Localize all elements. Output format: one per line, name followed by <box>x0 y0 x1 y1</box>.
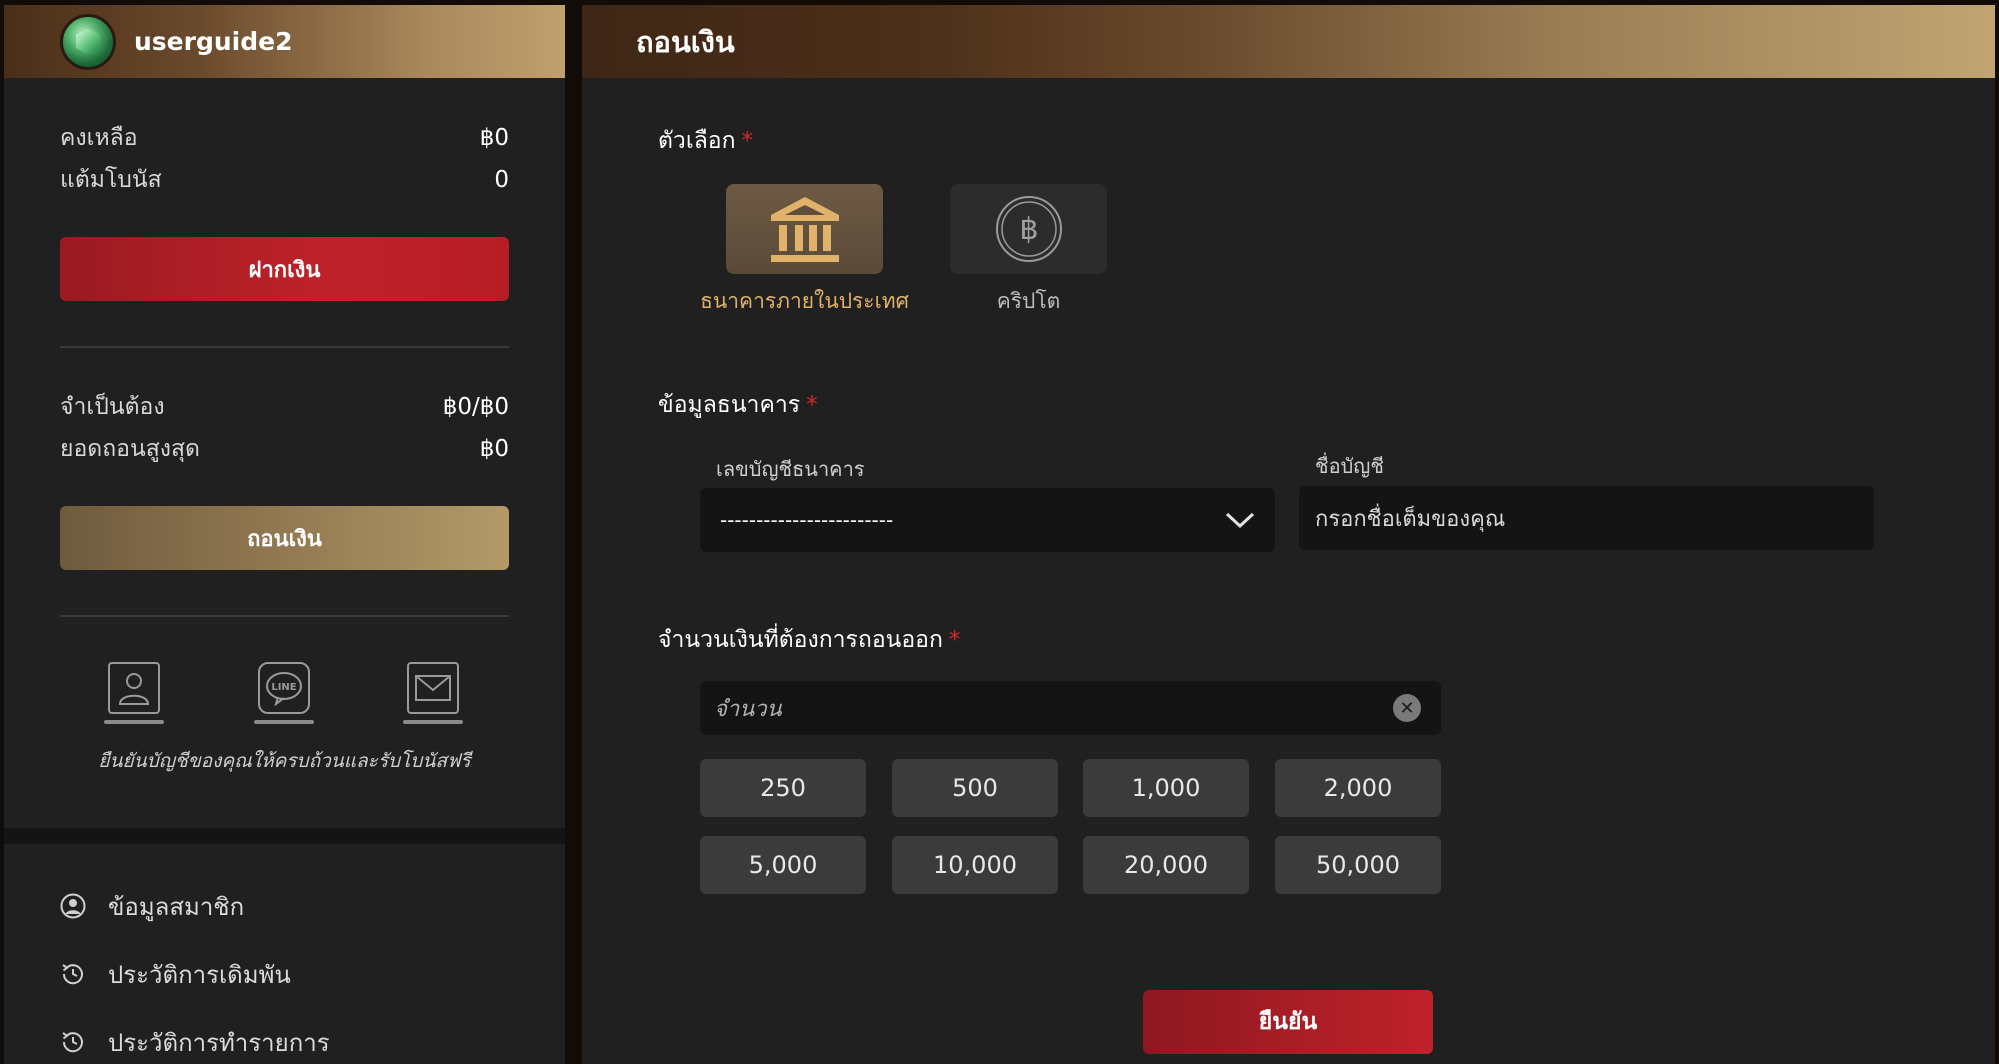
balance-label: คงเหลือ <box>60 125 138 151</box>
bank-info-section-label: ข้อมูลธนาคาร * <box>658 387 818 423</box>
option-bank-label[interactable]: ธนาคารภายในประเทศ <box>696 285 913 318</box>
verify-text: ยืนยันบัญชีของคุณให้ครบถ้วนและรับโบนัสฟร… <box>98 750 471 772</box>
required-mark: * <box>806 392 818 418</box>
verify-status-bar <box>104 720 164 724</box>
email-icon <box>415 675 451 701</box>
bitcoin-icon: ฿ <box>995 196 1062 262</box>
account-number-select[interactable]: ------------------------ <box>700 488 1275 552</box>
quick-amount-10000[interactable]: 10,000 <box>892 836 1058 894</box>
clear-amount-button[interactable]: ✕ <box>1393 694 1421 722</box>
verify-status-bar <box>403 720 463 724</box>
verify-email[interactable] <box>403 662 463 724</box>
account-name-label: ชื่อบัญชี <box>1315 454 1384 478</box>
max-withdraw-row: ยอดถอนสูงสุด ฿0 <box>4 428 565 470</box>
amount-section-label: จำนวนเงินที่ต้องการถอนออก * <box>658 622 960 658</box>
required-mark: * <box>948 627 961 653</box>
bank-info-label: ข้อมูลธนาคาร <box>658 392 801 418</box>
menu-bet-history[interactable]: ประวัติการเดิมพัน <box>4 940 565 1008</box>
amount-input[interactable]: จำนวน <box>700 681 1441 735</box>
quick-amount-20000[interactable]: 20,000 <box>1083 836 1249 894</box>
verify-status-bar <box>253 720 314 724</box>
required-row: จำเป็นต้อง ฿0/฿0 <box>4 386 565 428</box>
option-crypto-label[interactable]: คริปโต <box>950 285 1107 318</box>
close-icon: ✕ <box>1399 697 1415 719</box>
avatar[interactable] <box>60 13 116 70</box>
max-withdraw-label: ยอดถอนสูงสุด <box>60 436 200 462</box>
account-name-input[interactable]: กรอกชื่อเต็มของคุณ <box>1299 486 1874 550</box>
option-label: ตัวเลือก <box>658 128 736 154</box>
bonus-label: แต้มโบนัส <box>60 167 162 193</box>
option-crypto-tile[interactable]: ฿ <box>950 184 1107 274</box>
quick-amount-5000[interactable]: 5,000 <box>700 836 866 894</box>
account-sidebar: userguide2 คงเหลือ ฿0 แต้มโบนัส 0 ฝากเงิ… <box>4 5 565 1064</box>
amount-placeholder: จำนวน <box>714 696 782 722</box>
amount-label: จำนวนเงินที่ต้องการถอนออก <box>658 627 943 653</box>
history-icon <box>62 1032 83 1053</box>
page-title: ถอนเงิน <box>582 5 1995 78</box>
withdraw-panel: ถอนเงิน ตัวเลือก * ธนาคารภายในประเทศ ฿ คร… <box>582 5 1995 1064</box>
account-number-label: เลขบัญชีธนาคาร <box>716 457 865 481</box>
user-circle-icon <box>60 893 86 919</box>
bonus-value: 0 <box>494 167 509 193</box>
line-icon: LINE <box>265 672 302 706</box>
quick-amount-2000[interactable]: 2,000 <box>1275 759 1441 817</box>
max-withdraw-value: ฿0 <box>479 436 509 462</box>
quick-amount-500[interactable]: 500 <box>892 759 1058 817</box>
quick-amount-250[interactable]: 250 <box>700 759 866 817</box>
required-mark: * <box>741 128 754 154</box>
verify-id[interactable] <box>104 662 164 724</box>
quick-amount-1000[interactable]: 1,000 <box>1083 759 1249 817</box>
username: userguide2 <box>134 27 293 56</box>
quick-amount-50000[interactable]: 50,000 <box>1275 836 1441 894</box>
option-bank-tile[interactable] <box>726 184 883 274</box>
verify-icons: LINE <box>4 662 565 724</box>
account-name-placeholder: กรอกชื่อเต็มของคุณ <box>1315 506 1506 532</box>
balance-value: ฿0 <box>479 125 509 151</box>
menu-transaction-history[interactable]: ประวัติการทำรายการ <box>4 1008 565 1064</box>
bank-icon <box>770 197 839 262</box>
deposit-button[interactable]: ฝากเงิน <box>60 237 509 301</box>
confirm-button[interactable]: ยืนยัน <box>1143 990 1433 1054</box>
menu-member-info[interactable]: ข้อมูลสมาชิก <box>4 872 565 940</box>
required-label: จำเป็นต้อง <box>60 394 165 420</box>
menu-label: ประวัติการเดิมพัน <box>108 960 291 989</box>
account-number-value: ------------------------ <box>720 508 894 532</box>
sidebar-section-separator <box>4 828 565 844</box>
bonus-row: แต้มโบนัส 0 <box>4 159 565 201</box>
sidebar-header: userguide2 <box>4 5 565 78</box>
menu-label: ข้อมูลสมาชิก <box>108 892 245 921</box>
chevron-down-icon <box>1225 512 1255 529</box>
svg-text:LINE: LINE <box>271 682 296 693</box>
verify-line[interactable]: LINE <box>253 662 314 724</box>
menu-label: ประวัติการทำรายการ <box>108 1028 330 1057</box>
id-card-icon <box>118 673 150 705</box>
withdraw-button[interactable]: ถอนเงิน <box>60 506 509 570</box>
history-icon <box>62 964 83 985</box>
required-value: ฿0/฿0 <box>442 394 509 420</box>
balance-row: คงเหลือ ฿0 <box>4 117 565 159</box>
svg-text:฿: ฿ <box>1019 212 1038 247</box>
option-section-label: ตัวเลือก * <box>658 123 753 159</box>
